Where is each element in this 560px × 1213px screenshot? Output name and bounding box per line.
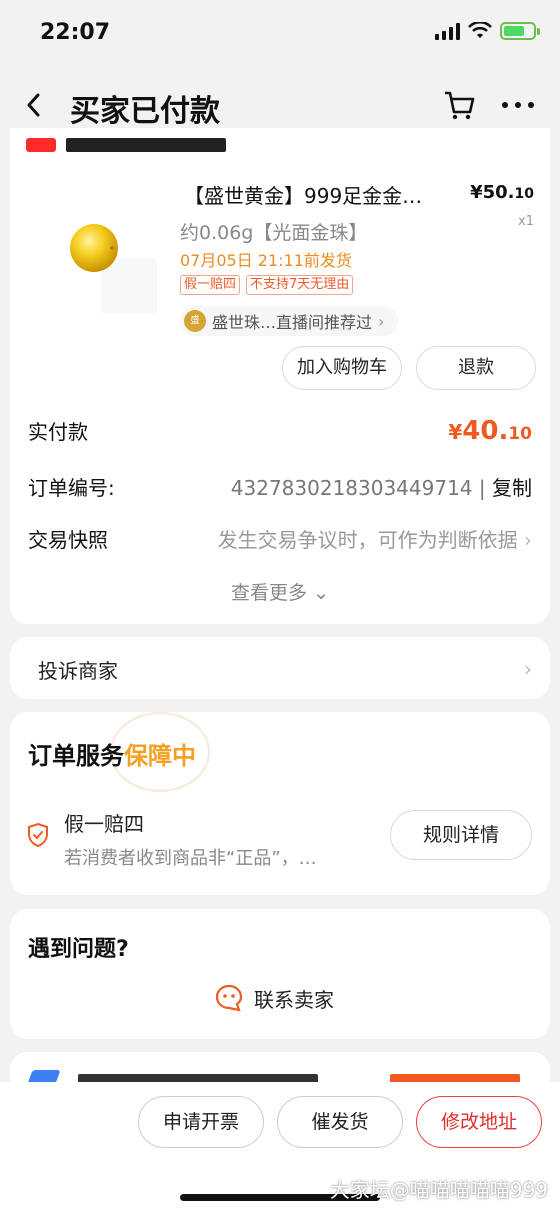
complaint-row[interactable]: 投诉商家 › — [10, 637, 550, 699]
product-tags: 假一赔四 不支持7天无理由 — [180, 275, 354, 295]
back-arrow-icon[interactable] — [24, 92, 44, 118]
shield-check-icon — [28, 822, 48, 848]
service-title: 订单服务保障中 — [28, 742, 196, 770]
contact-seller-button[interactable]: 联系卖家 — [214, 983, 334, 1013]
chevron-down-icon: ⌄ — [313, 582, 329, 604]
paid-label: 实付款 — [28, 420, 88, 444]
chevron-right-icon: › — [524, 657, 532, 681]
ship-deadline: 07月05日 21:11前发货 — [180, 251, 352, 270]
modify-address-button[interactable]: 修改地址 — [416, 1096, 542, 1148]
tag-no-7day-return: 不支持7天无理由 — [246, 275, 354, 295]
service-item-name: 假一赔四 — [64, 812, 144, 836]
status-bar: 22:07 — [0, 0, 560, 64]
product-title[interactable]: 【盛世黄金】999足金金… — [184, 180, 422, 209]
add-to-cart-button[interactable]: 加入购物车 — [282, 346, 402, 390]
product-price: ¥50.10 — [470, 182, 534, 203]
order-card: 【盛世黄金】999足金金… ¥50.10 x1 约0.06g【光面金珠】 07月… — [10, 128, 550, 624]
product-image[interactable] — [62, 208, 172, 318]
product-quantity: x1 — [518, 214, 534, 229]
shop-logo-icon: 盛 — [184, 310, 206, 332]
urge-shipping-button[interactable]: 催发货 — [277, 1096, 403, 1148]
live-room-text: 盛世珠…直播间推荐过 — [212, 313, 373, 332]
contact-seller-label: 联系卖家 — [254, 987, 334, 1012]
copy-button[interactable]: 复制 — [492, 476, 532, 500]
see-more-button[interactable]: 查看更多 ⌄ — [10, 578, 550, 605]
live-room-recommend[interactable]: 盛 盛世珠…直播间推荐过 › — [180, 306, 399, 336]
snapshot-label: 交易快照 — [28, 528, 108, 552]
watermark: 大家坛@喵喵喵喵喵999 — [329, 1178, 548, 1202]
page-title: 买家已付款 — [70, 94, 220, 129]
refund-button[interactable]: 退款 — [416, 346, 536, 390]
complaint-label: 投诉商家 — [38, 659, 118, 683]
tag-fake-compensation: 假一赔四 — [180, 275, 241, 295]
rules-detail-button[interactable]: 规则详情 — [390, 810, 532, 860]
paid-amount: ¥40.10 — [448, 416, 532, 446]
chevron-right-icon: › — [378, 311, 385, 331]
battery-icon — [500, 22, 540, 40]
cart-icon[interactable] — [442, 88, 476, 122]
order-number-label: 订单编号: — [28, 476, 115, 500]
snapshot-link[interactable]: 发生交易争议时，可作为判断依据 › — [218, 524, 532, 553]
status-icons — [435, 22, 540, 40]
status-time: 22:07 — [40, 20, 111, 45]
more-icon[interactable] — [502, 102, 534, 108]
product-spec: 约0.06g【光面金珠】 — [180, 222, 368, 244]
chat-face-icon — [215, 984, 243, 1012]
wifi-icon — [468, 22, 492, 38]
service-item-desc: 若消费者收到商品非“正品”，… — [64, 848, 317, 869]
order-number: 4327830218303449714 | 复制 — [230, 476, 532, 500]
service-card: 订单服务保障中 假一赔四 若消费者收到商品非“正品”，… 规则详情 — [10, 712, 550, 895]
shop-header[interactable] — [26, 132, 256, 152]
signal-icon — [435, 22, 460, 40]
help-title: 遇到问题? — [28, 937, 129, 962]
help-card: 遇到问题? 联系卖家 — [10, 909, 550, 1039]
apply-invoice-button[interactable]: 申请开票 — [138, 1096, 264, 1148]
shop-badge-icon — [26, 138, 56, 152]
chevron-right-icon: › — [524, 528, 532, 552]
